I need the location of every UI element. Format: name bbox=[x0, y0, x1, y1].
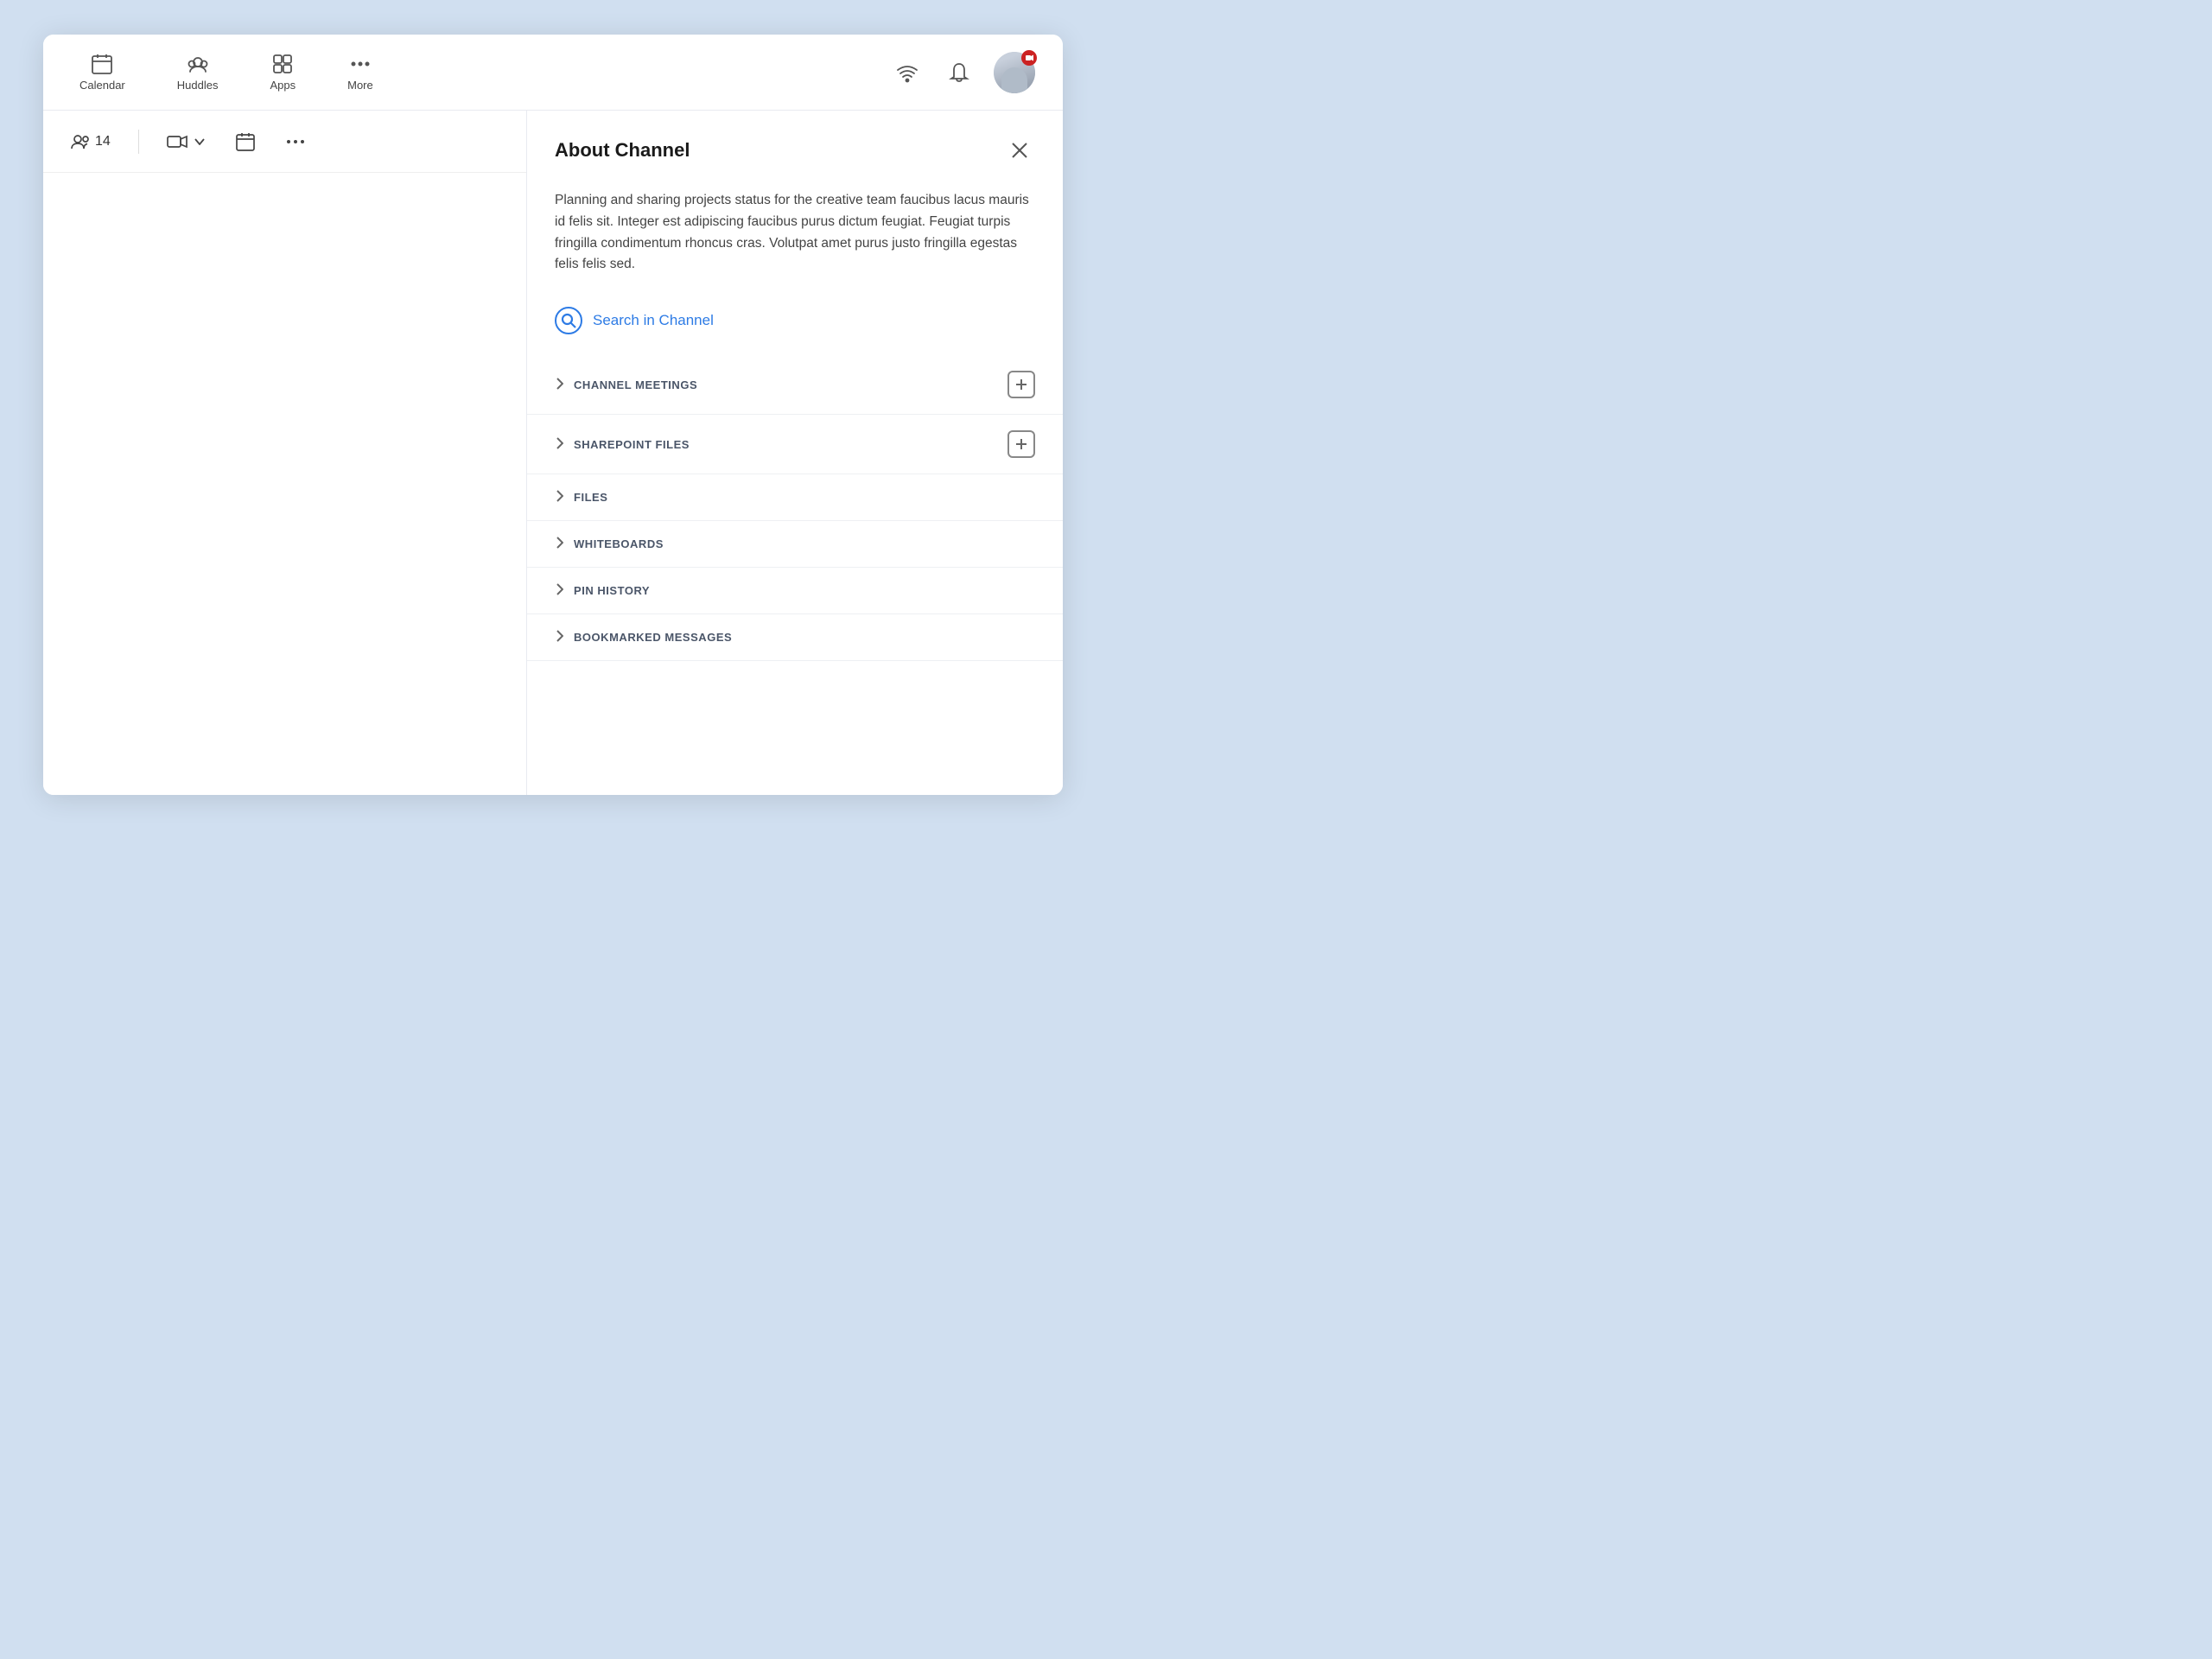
chevron-right-icon bbox=[555, 490, 563, 505]
calendar-icon bbox=[91, 53, 113, 75]
about-channel-panel: About Channel Planning and sharing proje… bbox=[527, 111, 1063, 795]
avatar-btn[interactable] bbox=[994, 52, 1035, 93]
section-label: SHAREPOINT FILES bbox=[574, 438, 690, 451]
section-label: PIN HISTORY bbox=[574, 584, 650, 597]
channel-content bbox=[43, 173, 526, 795]
huddles-icon bbox=[187, 53, 209, 75]
schedule-icon bbox=[236, 132, 255, 151]
section-item-files[interactable]: FILES bbox=[527, 474, 1063, 521]
nav-left: Calendar Huddles bbox=[71, 48, 382, 97]
more-options-btn[interactable] bbox=[279, 134, 312, 149]
about-description: Planning and sharing projects status for… bbox=[527, 183, 1063, 296]
more-icon bbox=[349, 53, 372, 75]
top-nav: Calendar Huddles bbox=[43, 35, 1063, 111]
section-item-whiteboards[interactable]: WHITEBOARDS bbox=[527, 521, 1063, 568]
section-item-pin-history[interactable]: PIN HISTORY bbox=[527, 568, 1063, 614]
section-list: CHANNEL MEETINGS SHAREPOINT FILES FILES WHI… bbox=[527, 355, 1063, 682]
recording-badge bbox=[1021, 50, 1037, 66]
about-title: About Channel bbox=[555, 139, 690, 162]
section-item-channel-meetings[interactable]: CHANNEL MEETINGS bbox=[527, 355, 1063, 415]
toolbar-divider bbox=[138, 130, 139, 154]
left-panel: 14 bbox=[43, 111, 527, 795]
members-icon bbox=[71, 134, 90, 149]
chevron-right-icon bbox=[555, 583, 563, 598]
apps-icon bbox=[271, 53, 294, 75]
section-label: FILES bbox=[574, 491, 607, 504]
add-section-button[interactable] bbox=[1007, 430, 1035, 458]
member-count: 14 bbox=[95, 134, 111, 149]
chevron-right-icon bbox=[555, 437, 563, 452]
calendar-schedule-btn[interactable] bbox=[229, 127, 262, 156]
section-item-bookmarked-messages[interactable]: BOOKMARKED MESSAGES bbox=[527, 614, 1063, 661]
chevron-right-icon bbox=[555, 630, 563, 645]
section-label: CHANNEL MEETINGS bbox=[574, 378, 697, 391]
nav-right bbox=[890, 52, 1035, 93]
about-header: About Channel bbox=[527, 111, 1063, 183]
calendar-label: Calendar bbox=[79, 79, 125, 92]
search-icon bbox=[555, 307, 582, 334]
section-label: WHITEBOARDS bbox=[574, 537, 664, 550]
video-icon bbox=[167, 134, 188, 149]
search-in-channel-label: Search in Channel bbox=[593, 312, 714, 329]
app-window: Calendar Huddles bbox=[43, 35, 1063, 795]
nav-item-huddles[interactable]: Huddles bbox=[168, 48, 227, 97]
chevron-down-icon bbox=[194, 138, 205, 145]
nav-item-calendar[interactable]: Calendar bbox=[71, 48, 134, 97]
close-button[interactable] bbox=[1004, 135, 1035, 166]
apps-label: Apps bbox=[270, 79, 296, 92]
bell-icon-btn[interactable] bbox=[942, 55, 976, 90]
search-in-channel-btn[interactable]: Search in Channel bbox=[527, 296, 1063, 355]
channel-toolbar: 14 bbox=[43, 111, 526, 173]
huddles-label: Huddles bbox=[177, 79, 219, 92]
section-label: BOOKMARKED MESSAGES bbox=[574, 631, 732, 644]
wifi-icon-btn[interactable] bbox=[890, 55, 925, 90]
ellipsis-icon bbox=[286, 139, 305, 144]
add-section-button[interactable] bbox=[1007, 371, 1035, 398]
main-area: 14 bbox=[43, 111, 1063, 795]
members-btn[interactable]: 14 bbox=[64, 129, 118, 155]
nav-item-more[interactable]: More bbox=[339, 48, 382, 97]
video-btn[interactable] bbox=[160, 129, 212, 155]
chevron-right-icon bbox=[555, 378, 563, 392]
section-item-sharepoint-files[interactable]: SHAREPOINT FILES bbox=[527, 415, 1063, 474]
nav-item-apps[interactable]: Apps bbox=[261, 48, 304, 97]
more-label: More bbox=[347, 79, 373, 92]
chevron-right-icon bbox=[555, 537, 563, 551]
